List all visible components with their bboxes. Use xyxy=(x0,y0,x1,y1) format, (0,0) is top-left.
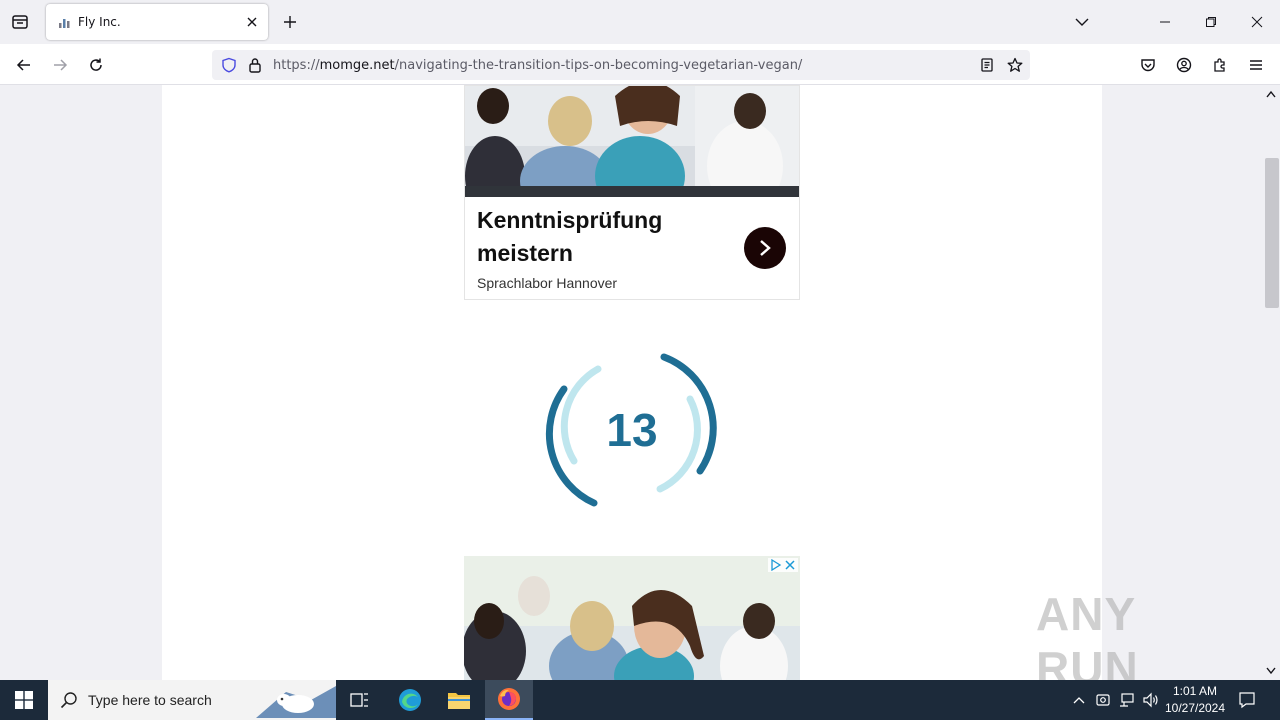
start-button[interactable] xyxy=(0,680,48,720)
forward-icon[interactable] xyxy=(47,52,73,78)
ad-image[interactable] xyxy=(465,86,799,197)
reader-view-icon[interactable] xyxy=(977,55,997,75)
meet-now-icon[interactable] xyxy=(1093,690,1113,710)
task-view-icon xyxy=(350,693,368,707)
scroll-up-icon[interactable] xyxy=(1265,88,1277,100)
ad-close-icon[interactable] xyxy=(784,559,796,571)
clock-time: 1:01 AM xyxy=(1172,684,1218,698)
ad-image[interactable] xyxy=(464,556,800,680)
search-highlight-illustration-icon xyxy=(256,686,336,718)
system-clock[interactable]: 1:01 AM 10/27/2024 xyxy=(1160,683,1230,717)
pocket-icon[interactable] xyxy=(1135,52,1161,78)
bookmark-star-icon[interactable] xyxy=(1005,55,1025,75)
countdown-timer: 13 xyxy=(544,351,720,511)
list-all-tabs-icon[interactable] xyxy=(1072,12,1092,32)
lock-icon[interactable] xyxy=(245,55,265,75)
tab-title: Fly Inc. xyxy=(78,15,121,29)
url-scheme: https:// xyxy=(273,57,320,73)
close-window-icon[interactable] xyxy=(1245,10,1269,34)
close-tab-icon[interactable] xyxy=(242,12,262,32)
show-hidden-icons-chevron-up-icon[interactable] xyxy=(1069,690,1089,710)
ad-cta-button[interactable] xyxy=(744,227,786,269)
new-tab-icon[interactable] xyxy=(280,12,300,32)
restore-icon[interactable] xyxy=(1199,10,1223,34)
vertical-scrollbar[interactable] xyxy=(1262,85,1280,680)
watermark-logo: ANY RUN xyxy=(1036,588,1236,694)
url-text[interactable]: https://momge.net/navigating-the-transit… xyxy=(273,58,802,73)
navigation-toolbar: https://momge.net/navigating-the-transit… xyxy=(0,44,1280,85)
volume-icon[interactable] xyxy=(1141,690,1161,710)
windows-logo-icon xyxy=(15,691,33,709)
back-icon[interactable] xyxy=(11,52,37,78)
scroll-thumb[interactable] xyxy=(1265,158,1279,308)
taskbar-edge[interactable] xyxy=(386,680,434,720)
taskbar-search-box[interactable]: Type here to search xyxy=(48,680,336,720)
search-placeholder: Type here to search xyxy=(88,692,212,708)
countdown-value: 13 xyxy=(606,404,658,456)
firefox-view-icon xyxy=(12,15,28,29)
taskbar-file-explorer[interactable] xyxy=(435,680,483,720)
account-icon[interactable] xyxy=(1171,52,1197,78)
chevron-right-icon xyxy=(760,240,771,256)
ad-title[interactable]: Kenntnisprüfung meistern xyxy=(477,204,727,270)
minimize-icon[interactable] xyxy=(1153,10,1177,34)
watermark-text: ANY RUN xyxy=(1036,588,1139,694)
ad-source[interactable]: Sprachlabor Hannover xyxy=(477,275,617,291)
url-path: /navigating-the-transition-tips-on-becom… xyxy=(394,57,803,73)
ad-choices[interactable] xyxy=(768,558,798,572)
address-bar[interactable]: https://momge.net/navigating-the-transit… xyxy=(212,50,1030,80)
network-icon[interactable] xyxy=(1117,690,1137,710)
windows-taskbar: Type here to search 1:01 AM 10/27/2024 xyxy=(0,680,1280,720)
site-favicon-icon xyxy=(58,15,72,29)
taskbar-firefox[interactable] xyxy=(485,680,533,720)
notifications-icon[interactable] xyxy=(1237,690,1257,710)
folder-icon xyxy=(448,693,470,709)
reload-icon[interactable] xyxy=(83,52,109,78)
tab-strip: Fly Inc. xyxy=(0,0,1280,44)
url-host: momge.net xyxy=(319,57,395,73)
ad-choices-icon[interactable] xyxy=(770,559,782,571)
clock-date: 10/27/2024 xyxy=(1164,701,1226,715)
search-icon xyxy=(60,692,77,709)
edge-browser-icon xyxy=(399,689,421,711)
firefox-view-button[interactable] xyxy=(8,10,32,34)
scroll-down-icon[interactable] xyxy=(1265,665,1277,677)
tab-active[interactable]: Fly Inc. xyxy=(46,4,268,40)
menu-icon[interactable] xyxy=(1243,52,1269,78)
tracking-protection-shield-icon[interactable] xyxy=(219,55,239,75)
advertisement-card[interactable]: Kenntnisprüfung meistern Sprachlabor Han… xyxy=(464,85,800,300)
extensions-icon[interactable] xyxy=(1207,52,1233,78)
task-view-button[interactable] xyxy=(336,680,384,720)
page-content: Kenntnisprüfung meistern Sprachlabor Han… xyxy=(162,85,1102,680)
advertisement-banner[interactable] xyxy=(464,556,800,680)
firefox-icon xyxy=(498,688,520,710)
